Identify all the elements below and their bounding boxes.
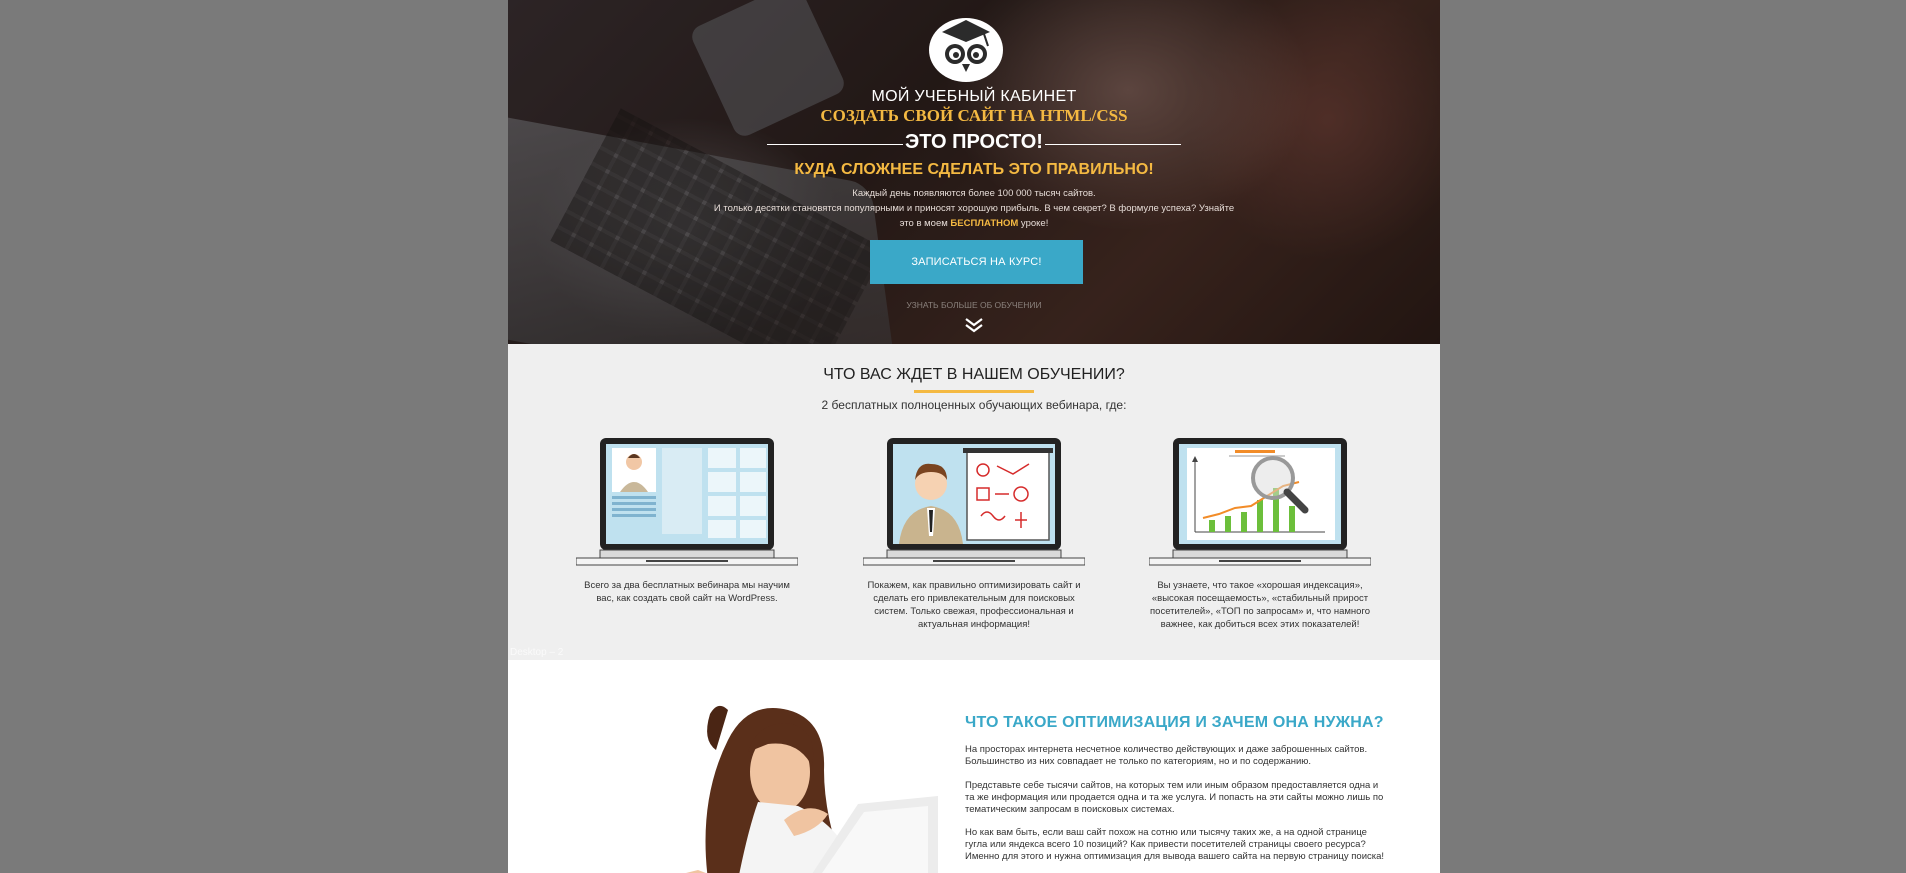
owl-logo-icon[interactable] [928,12,1004,82]
hero-description: Каждый день появляются более 100 000 тыс… [508,186,1440,231]
free-highlight: БЕСПЛАТНОМ [950,218,1019,229]
hero-desc-line-2: И только десятки становятся популярными … [713,203,1235,214]
easy-heading: ЭТО ПРОСТО! [905,131,1043,153]
landing-page: МОЙ УЧЕБНЫЙ КАБИНЕТ СОЗДАТЬ СВОЙ САЙТ НА… [508,0,1440,873]
hero-section: МОЙ УЧЕБНЫЙ КАБИНЕТ СОЗДАТЬ СВОЙ САЙТ НА… [508,0,1440,344]
woman-with-laptop-image [686,705,938,873]
double-chevron-down-icon[interactable] [962,316,986,334]
laptop-website-icon [575,438,799,566]
hero-desc-line-1: Каждый день появляются более 100 000 тыс… [852,188,1096,199]
training-card-1-text: Всего за два бесплатных вебинара мы науч… [584,580,790,604]
title-underline [914,390,1034,393]
learn-more-link[interactable]: УЗНАТЬ БОЛЬШЕ ОБ ОБУЧЕНИИ [508,300,1440,310]
training-subtitle: 2 бесплатных полноценных обучающих вебин… [821,398,1127,412]
laptop-analytics-icon [1148,438,1372,566]
training-title: ЧТО ВАС ЖДЕТ В НАШЕМ ОБУЧЕНИИ? [823,366,1125,383]
hero-desc-post: уроке! [1018,218,1049,229]
harder-heading: КУДА СЛОЖНЕЕ СДЕЛАТЬ ЭТО ПРАВИЛЬНО! [794,161,1154,178]
course-title: СОЗДАТЬ СВОЙ САЙТ НА HTML/CSS [820,106,1128,125]
signup-course-button[interactable]: ЗАПИСАТЬСЯ НА КУРС! [870,240,1083,284]
training-section: ЧТО ВАС ЖДЕТ В НАШЕМ ОБУЧЕНИИ? 2 бесплат… [508,344,1440,660]
training-card-3-text: Вы узнаете, что такое «хорошая индексаци… [1150,580,1370,630]
frame-label: Desktop – 2 [510,647,564,658]
training-card-1: Всего за два бесплатных вебинара мы науч… [575,436,799,605]
training-card-2: Покажем, как правильно оптимизировать са… [862,436,1086,631]
training-card-2-text: Покажем, как правильно оптимизировать са… [867,580,1081,630]
optimization-section: ЧТО ТАКОЕ ОПТИМИЗАЦИЯ И ЗАЧЕМ ОНА НУЖНА?… [508,660,1440,873]
cabinet-heading: МОЙ УЧЕБНЫЙ КАБИНЕТ [871,88,1077,105]
optimization-paragraph-1: На просторах интернета несчетное количес… [965,744,1368,767]
divider-line-right [1045,144,1181,145]
training-card-3: Вы узнаете, что такое «хорошая индексаци… [1148,436,1372,631]
laptop-presenter-icon [862,438,1086,566]
hero-desc-pre: это в моем [899,218,951,229]
hero-desc-line-3: это в моем БЕСПЛАТНОМ уроке! [508,216,1440,231]
easy-heading-wrap: ЭТО ПРОСТО! [767,131,1181,157]
optimization-title: ЧТО ТАКОЕ ОПТИМИЗАЦИЯ И ЗАЧЕМ ОНА НУЖНА? [965,714,1384,731]
optimization-paragraph-2: Представьте себе тысячи сайтов, на котор… [965,780,1384,815]
optimization-paragraph-3: Но как вам быть, если ваш сайт похож на … [965,827,1385,862]
